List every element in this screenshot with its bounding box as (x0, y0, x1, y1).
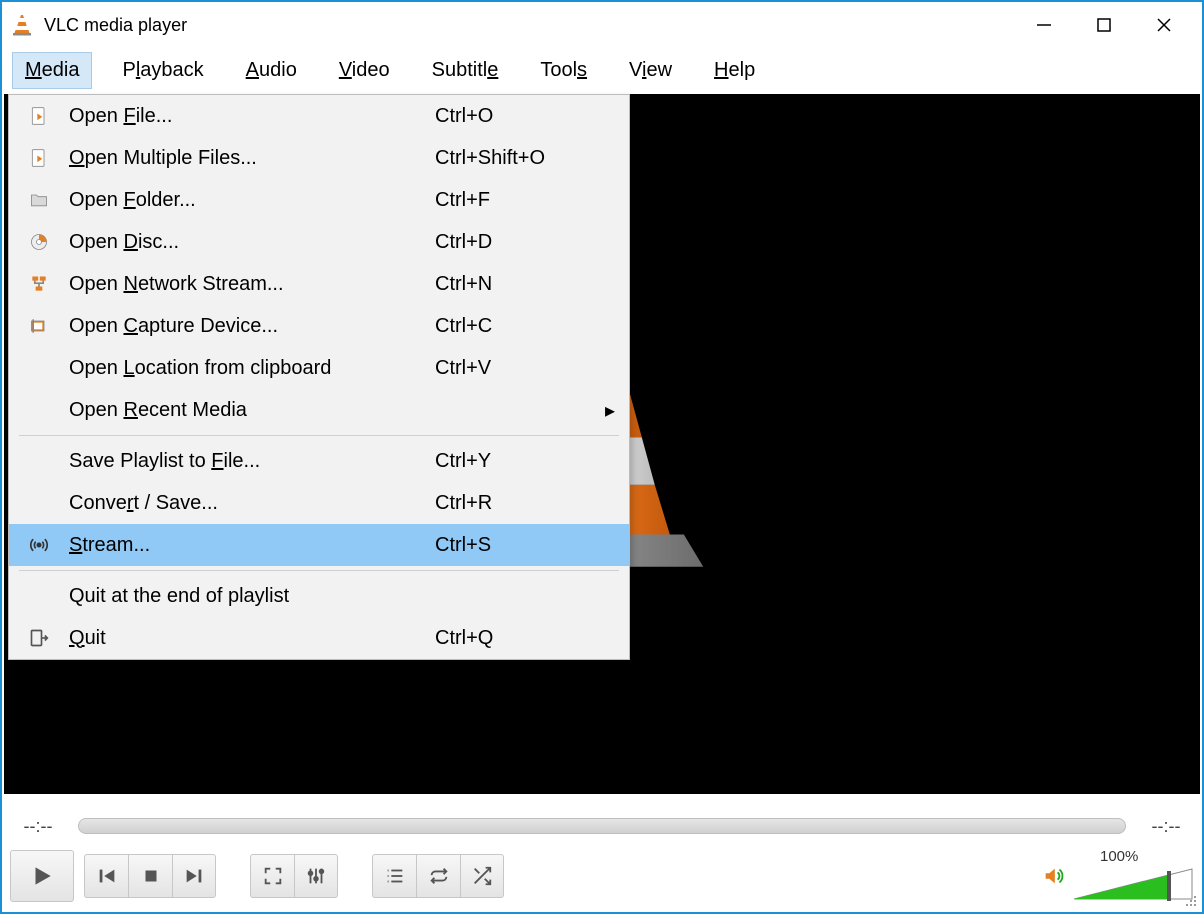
playlist-button[interactable] (372, 854, 416, 898)
stream-icon (25, 535, 53, 555)
title-bar: VLC media player (2, 2, 1202, 48)
menu-tools[interactable]: Tools (528, 53, 599, 88)
menu-bar: Media Playback Audio Video Subtitle Tools View… (2, 48, 1202, 92)
menu-item-shortcut: Ctrl+C (435, 315, 595, 338)
menu-help[interactable]: Help (702, 53, 767, 88)
menu-subtitle[interactable]: Subtitle (420, 53, 511, 88)
next-button[interactable] (172, 854, 216, 898)
menu-item-open-network-stream[interactable]: Open Network Stream...Ctrl+N (9, 263, 629, 305)
menu-audio[interactable]: Audio (234, 53, 309, 88)
resize-grip[interactable] (1184, 894, 1198, 908)
menu-item-shortcut: Ctrl+Q (435, 627, 595, 650)
submenu-arrow-icon: ▸ (595, 398, 615, 423)
menu-item-label: Save Playlist to File... (53, 450, 435, 473)
previous-button[interactable] (84, 854, 128, 898)
seek-slider[interactable] (78, 818, 1126, 834)
file-play-icon (25, 106, 53, 126)
menu-item-label: Quit at the end of playlist (53, 585, 435, 608)
menu-item-label: Convert / Save... (53, 492, 435, 515)
shuffle-button[interactable] (460, 854, 504, 898)
menu-item-label: Quit (53, 627, 435, 650)
play-button[interactable] (10, 850, 74, 902)
playback-controls: 100% (10, 848, 1194, 904)
maximize-button[interactable] (1090, 11, 1118, 39)
menu-item-open-disc[interactable]: Open Disc...Ctrl+D (9, 221, 629, 263)
menu-item-save-playlist-to-file[interactable]: Save Playlist to File...Ctrl+Y (9, 440, 629, 482)
menu-item-open-capture-device[interactable]: Open Capture Device...Ctrl+C (9, 305, 629, 347)
loop-button[interactable] (416, 854, 460, 898)
extended-settings-button[interactable] (294, 854, 338, 898)
menu-item-open-recent-media[interactable]: Open Recent Media ▸ (9, 389, 629, 431)
fullscreen-button[interactable] (250, 854, 294, 898)
menu-item-open-folder[interactable]: Open Folder...Ctrl+F (9, 179, 629, 221)
menu-playback[interactable]: Playback (110, 53, 215, 88)
menu-item-label: Open Multiple Files... (53, 147, 435, 170)
menu-media[interactable]: Media (12, 52, 92, 89)
volume-slider[interactable] (1074, 865, 1194, 905)
stop-button[interactable] (128, 854, 172, 898)
menu-item-shortcut: Ctrl+N (435, 273, 595, 296)
menu-item-label: Open Folder... (53, 189, 435, 212)
menu-item-shortcut: Ctrl+V (435, 357, 595, 380)
menu-item-label: Open Location from clipboard (53, 357, 435, 380)
menu-item-label: Open Capture Device... (53, 315, 435, 338)
remaining-time[interactable]: --:-- (1138, 816, 1194, 837)
vlc-cone-icon (10, 13, 34, 37)
elapsed-time[interactable]: --:-- (10, 816, 66, 837)
menu-item-shortcut: Ctrl+Shift+O (435, 147, 595, 170)
menu-view[interactable]: View (617, 53, 684, 88)
menu-video[interactable]: Video (327, 53, 402, 88)
volume-label: 100% (1100, 848, 1138, 865)
menu-item-shortcut: Ctrl+R (435, 492, 595, 515)
menu-item-open-multiple-files[interactable]: Open Multiple Files...Ctrl+Shift+O (9, 137, 629, 179)
seek-bar-row: --:-- --:-- (10, 812, 1194, 840)
menu-item-label: Open Recent Media (53, 399, 435, 422)
window-controls (1030, 11, 1178, 39)
quit-icon (25, 628, 53, 648)
menu-item-shortcut: Ctrl+O (435, 105, 595, 128)
menu-item-label: Stream... (53, 534, 435, 557)
menu-item-quit[interactable]: QuitCtrl+Q (9, 617, 629, 659)
speaker-icon[interactable] (1042, 865, 1064, 887)
menu-item-shortcut: Ctrl+F (435, 189, 595, 212)
media-menu-dropdown: Open File...Ctrl+OOpen Multiple Files...… (8, 94, 630, 660)
menu-item-shortcut: Ctrl+S (435, 534, 595, 557)
menu-item-shortcut: Ctrl+Y (435, 450, 595, 473)
menu-item-shortcut: Ctrl+D (435, 231, 595, 254)
minimize-button[interactable] (1030, 11, 1058, 39)
menu-separator (19, 570, 619, 571)
menu-item-stream[interactable]: Stream...Ctrl+S (9, 524, 629, 566)
close-button[interactable] (1150, 11, 1178, 39)
menu-item-open-file[interactable]: Open File...Ctrl+O (9, 95, 629, 137)
menu-separator (19, 435, 619, 436)
capture-icon (25, 316, 53, 336)
menu-item-quit-at-the-end-of-playlist[interactable]: Quit at the end of playlist (9, 575, 629, 617)
disc-icon (25, 232, 53, 252)
menu-item-label: Open Network Stream... (53, 273, 435, 296)
menu-item-convert-save[interactable]: Convert / Save...Ctrl+R (9, 482, 629, 524)
network-icon (25, 274, 53, 294)
window-title: VLC media player (44, 15, 1030, 36)
folder-icon (25, 190, 53, 210)
menu-item-label: Open Disc... (53, 231, 435, 254)
file-play-icon (25, 148, 53, 168)
menu-item-open-location-from-clipboard[interactable]: Open Location from clipboardCtrl+V (9, 347, 629, 389)
menu-item-label: Open File... (53, 105, 435, 128)
